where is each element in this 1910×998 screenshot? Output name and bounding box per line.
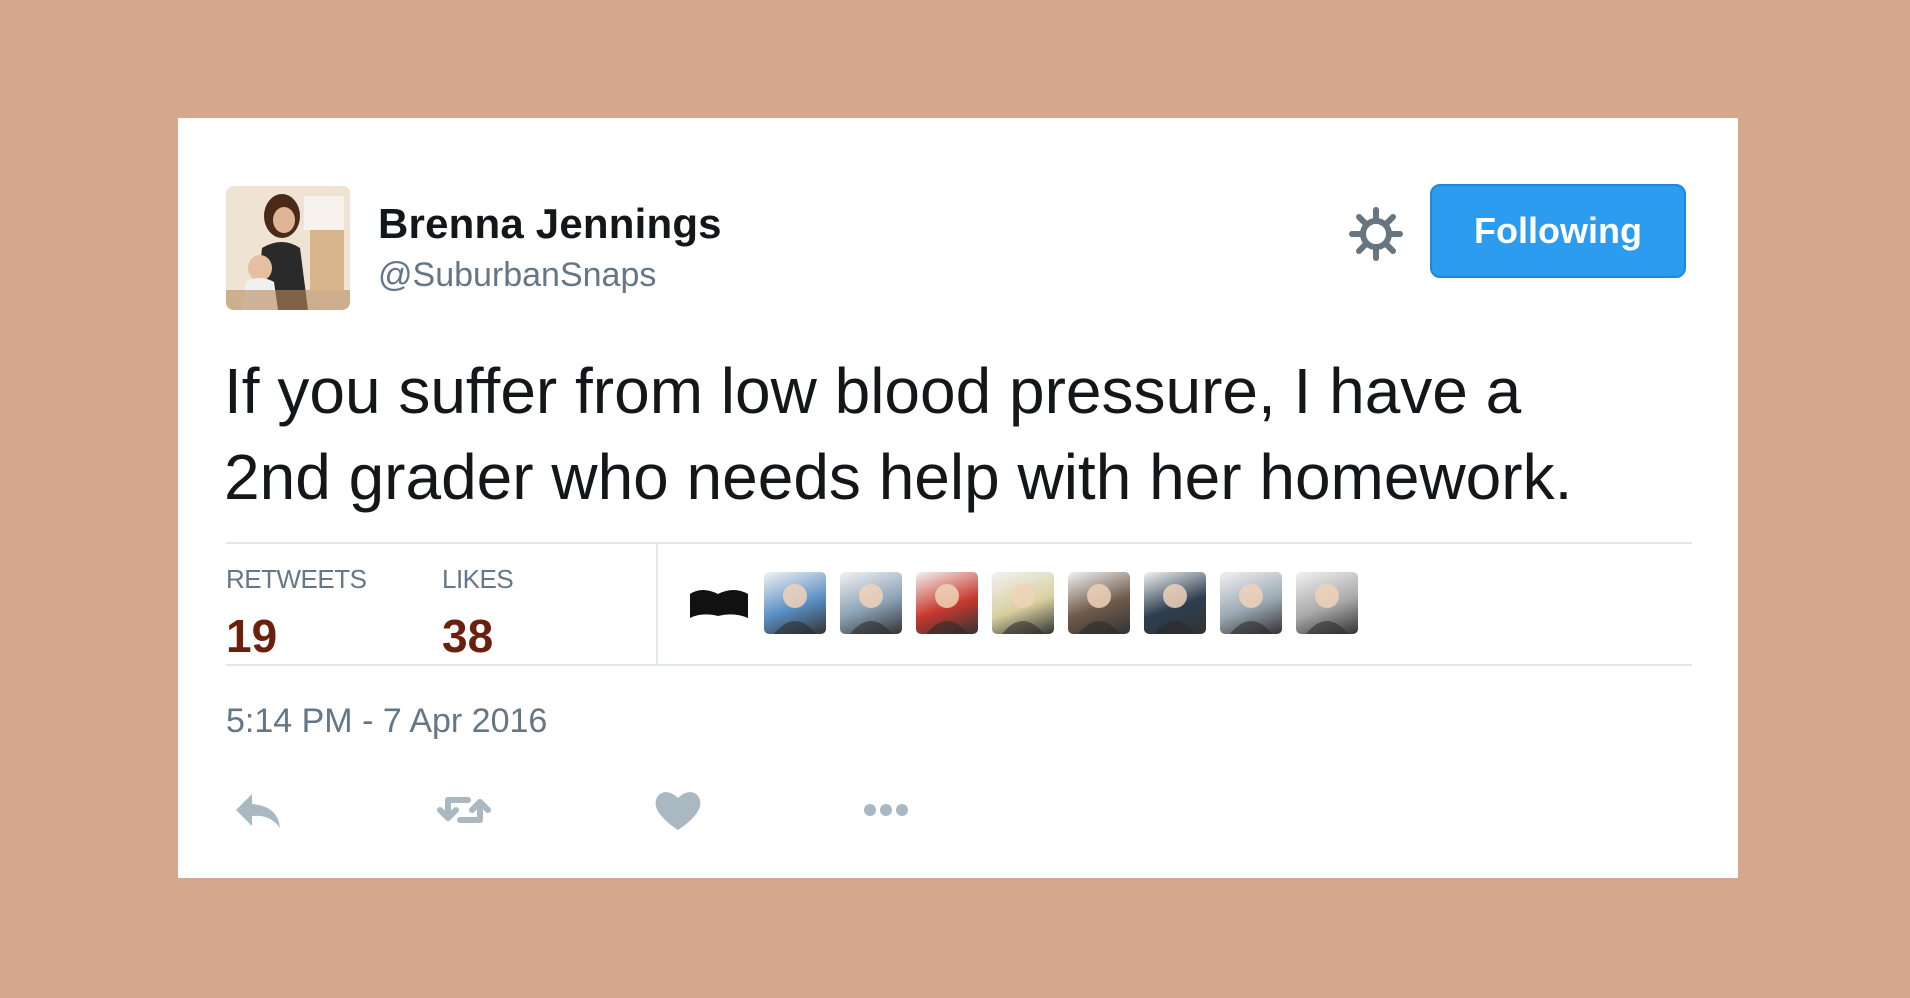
liker-avatar-1[interactable] (688, 572, 750, 634)
retweets-stat[interactable]: RETWEETS 19 (226, 564, 367, 663)
user-avatar[interactable] (226, 186, 350, 310)
tweet-text-line-2: 2nd grader who needs help with her homew… (224, 441, 1573, 513)
liker-avatar-3[interactable] (840, 572, 902, 634)
retweets-count: 19 (226, 610, 278, 662)
liker-avatar-2[interactable] (764, 572, 826, 634)
liker-avatar-5[interactable] (992, 572, 1054, 634)
tweet-text-line-1: If you suffer from low blood pressure, I… (224, 355, 1522, 427)
more-icon[interactable] (858, 782, 914, 838)
liker-avatar-7[interactable] (1144, 572, 1206, 634)
tweet-timestamp[interactable]: 5:14 PM - 7 Apr 2016 (226, 702, 547, 741)
tweet-card: Brenna Jennings @SuburbanSnaps Following… (178, 118, 1738, 878)
retweets-label: RETWEETS (226, 564, 367, 594)
liker-avatar-8[interactable] (1220, 572, 1282, 634)
gear-icon[interactable] (1348, 206, 1404, 262)
divider (226, 542, 1692, 544)
liker-avatar-6[interactable] (1068, 572, 1130, 634)
reply-icon[interactable] (230, 782, 286, 838)
likes-count: 38 (442, 610, 494, 662)
user-name[interactable]: Brenna Jennings (378, 200, 722, 248)
following-button[interactable]: Following (1430, 184, 1686, 278)
tweet-text: If you suffer from low blood pressure, I… (224, 348, 1704, 520)
divider (226, 664, 1692, 666)
liker-avatar-9[interactable] (1296, 572, 1358, 634)
liker-avatar-4[interactable] (916, 572, 978, 634)
likes-stat[interactable]: LIKES 38 (442, 564, 514, 663)
retweet-icon[interactable] (436, 782, 492, 838)
stats-divider (656, 544, 658, 664)
heart-icon[interactable] (650, 782, 706, 838)
user-handle[interactable]: @SuburbanSnaps (378, 256, 656, 295)
likes-label: LIKES (442, 564, 514, 594)
liker-avatars (688, 572, 1358, 634)
